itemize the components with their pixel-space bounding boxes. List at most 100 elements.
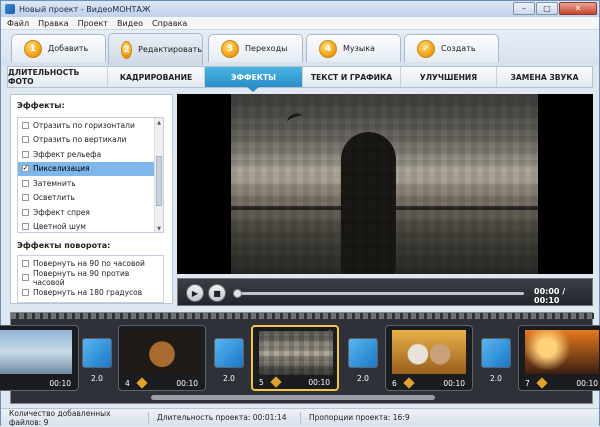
tab-crop[interactable]: КАДРИРОВАНИЕ <box>108 67 205 87</box>
checkbox[interactable] <box>22 274 29 282</box>
edit-pencil-icon[interactable] <box>136 377 148 389</box>
clip-number: 6 <box>392 378 397 388</box>
clip-duration: 00:10 <box>176 378 198 388</box>
clip-duration: 00:10 <box>49 378 71 388</box>
effects-scrollbar[interactable]: ▲ ▼ <box>154 118 163 232</box>
menu-file[interactable]: Файл <box>7 19 29 28</box>
scroll-up-icon[interactable]: ▲ <box>156 120 162 126</box>
pixelation-overlay <box>231 94 538 274</box>
checkbox[interactable] <box>22 136 29 144</box>
transition-icon[interactable] <box>348 338 378 368</box>
close-button[interactable]: ✕ <box>559 2 597 15</box>
effects-panel: Эффекты: Отразить по горизонтали Отразит… <box>10 94 173 304</box>
transition-icon[interactable] <box>481 338 511 368</box>
timeline-scrollbar[interactable] <box>151 395 435 400</box>
step-number-icon: 3 <box>221 39 239 58</box>
transition-icon[interactable] <box>82 338 112 368</box>
scroll-down-icon[interactable]: ▼ <box>156 226 162 232</box>
clip-thumbnail <box>392 330 466 374</box>
checkbox[interactable] <box>22 208 29 216</box>
workflow-steps: 1 Добавить 2 Редактировать 3 Переходы 4 … <box>1 30 599 66</box>
step-add[interactable]: 1 Добавить <box>11 34 106 62</box>
list-item[interactable]: Повернуть на 180 градусов <box>18 285 163 300</box>
tab-replace-sound[interactable]: ЗАМЕНА ЗВУКА <box>497 67 592 87</box>
step-music[interactable]: 4 Музыка <box>306 34 401 62</box>
maximize-button[interactable]: □ <box>536 2 558 15</box>
tab-text-graphics[interactable]: ТЕКСТ И ГРАФИКА <box>303 67 401 87</box>
rotation-list: Повернуть на 90 по часовой Повернуть на … <box>17 255 164 303</box>
edit-pencil-icon[interactable] <box>403 377 415 389</box>
clip-number: 7 <box>525 378 530 388</box>
window-controls: – □ ✕ <box>513 2 597 15</box>
list-item[interactable]: Повернуть на 90 против часовой <box>18 269 163 287</box>
preview-frame <box>231 94 538 274</box>
list-item[interactable]: Затемнить <box>18 176 163 191</box>
stop-button[interactable]: ■ <box>208 284 226 302</box>
checkbox[interactable] <box>22 121 29 129</box>
timeline-clip[interactable]: 00:10 <box>0 325 79 391</box>
step-transitions[interactable]: 3 Переходы <box>208 34 303 62</box>
player-controls: ▶ ■ 00:00 / 00:10 <box>177 278 593 306</box>
status-bar: Количество добавленных файлов: 9 Длитель… <box>1 408 599 427</box>
menu-video[interactable]: Видео <box>117 19 143 28</box>
menu-edit[interactable]: Правка <box>38 19 68 28</box>
edit-pencil-icon[interactable] <box>270 376 282 388</box>
clip-thumbnail <box>125 330 199 374</box>
transition-duration: 2.0 <box>91 374 103 383</box>
tab-photo-duration[interactable]: ДЛИТЕЛЬНОСТЬ ФОТО <box>8 67 108 87</box>
seek-bar[interactable] <box>233 289 524 298</box>
checkmark-icon: ✓ <box>417 39 435 58</box>
menu-bar: Файл Правка Проект Видео Справка <box>1 17 599 30</box>
list-item[interactable]: Отразить по горизонтали <box>18 118 163 133</box>
menu-help[interactable]: Справка <box>152 19 187 28</box>
timeline-clip[interactable]: 6 00:10 <box>385 325 473 391</box>
timeline-clip[interactable]: 7 00:10 <box>518 325 600 391</box>
menu-project[interactable]: Проект <box>78 19 108 28</box>
clip-info: 5 00:10 <box>253 375 337 389</box>
timeline: ❮ ❯ 00:10 2.0 400:10 2.0 ★ 500:10 2.0 60… <box>0 312 600 404</box>
app-window: Новый проект - ВидеоМОНТАЖ – □ ✕ Файл Пр… <box>0 0 600 427</box>
checkbox[interactable] <box>22 288 29 296</box>
time-readout: 00:00 / 00:10 <box>534 287 566 305</box>
app-icon <box>5 4 15 14</box>
clip-duration: 00:10 <box>443 378 465 388</box>
timeline-clip[interactable]: 4 00:10 <box>118 325 206 391</box>
checkbox[interactable] <box>22 259 29 267</box>
checkbox[interactable] <box>22 194 29 202</box>
item-label: Осветлить <box>33 193 75 203</box>
list-item[interactable]: Эффект спрея <box>18 205 163 220</box>
list-item-selected[interactable]: ✓ Пикселизация <box>18 161 163 176</box>
transition-icon[interactable] <box>214 338 244 368</box>
step-create[interactable]: ✓ Создать <box>404 34 499 62</box>
tab-effects[interactable]: ЭФФЕКТЫ <box>205 67 303 87</box>
list-item[interactable]: Цветной шум <box>18 220 163 233</box>
stop-icon: ■ <box>213 288 221 298</box>
step-number-icon: 2 <box>121 40 133 59</box>
seek-handle[interactable] <box>233 289 242 298</box>
edit-subtabs: ДЛИТЕЛЬНОСТЬ ФОТО КАДРИРОВАНИЕ ЭФФЕКТЫ Т… <box>7 66 593 88</box>
checkbox[interactable] <box>22 179 29 187</box>
timeline-clip-selected[interactable]: ★ 500:10 <box>251 325 339 391</box>
item-label: Отразить по горизонтали <box>33 120 135 130</box>
edit-pencil-icon[interactable] <box>536 377 548 389</box>
status-file-count: Количество добавленных файлов: 9 <box>1 409 149 427</box>
scroll-thumb[interactable] <box>156 156 162 206</box>
item-label: Затемнить <box>33 178 76 188</box>
transition-duration: 2.0 <box>223 374 235 383</box>
checkbox[interactable] <box>22 223 29 231</box>
minimize-button[interactable]: – <box>513 2 535 15</box>
rotation-heading: Эффекты поворота: <box>17 241 111 250</box>
transition-duration: 2.0 <box>357 374 369 383</box>
step-label: Добавить <box>48 44 89 53</box>
list-item[interactable]: Отразить по вертикали <box>18 133 163 148</box>
list-item[interactable]: Эффект рельефа <box>18 147 163 162</box>
checkbox[interactable] <box>22 150 29 158</box>
tab-enhancements[interactable]: УЛУЧШЕНИЯ <box>401 67 497 87</box>
checkbox-checked[interactable]: ✓ <box>22 165 29 173</box>
step-label: Переходы <box>245 44 288 53</box>
clip-duration: 00:10 <box>308 377 330 387</box>
clip-number: 5 <box>259 377 264 387</box>
list-item[interactable]: Осветлить <box>18 191 163 206</box>
step-edit[interactable]: 2 Редактировать <box>108 33 203 65</box>
play-button[interactable]: ▶ <box>186 284 204 302</box>
